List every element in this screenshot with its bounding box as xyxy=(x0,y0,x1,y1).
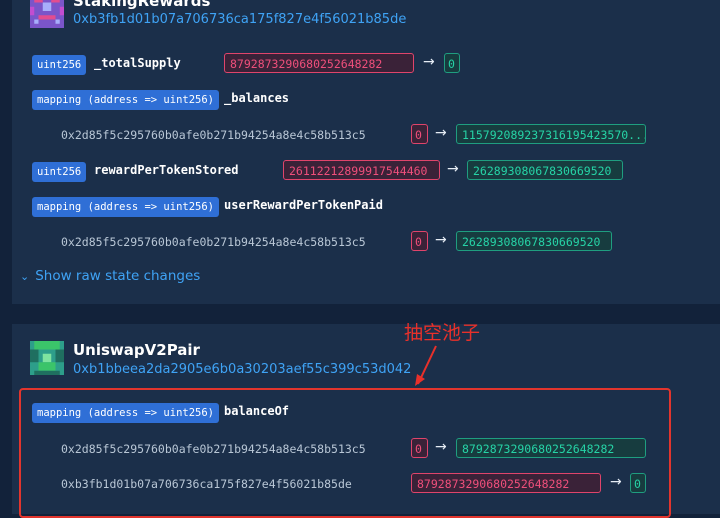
type-badge: mapping (address => uint256) xyxy=(32,403,220,423)
variable-name: _totalSupply xyxy=(94,56,181,70)
contract-identicon-icon xyxy=(30,0,64,28)
state-var-row: uint256 rewardPerTokenStored 26112212899… xyxy=(0,160,720,186)
staking-rewards-card xyxy=(12,0,720,304)
raw-toggle-label: Show raw state changes xyxy=(35,268,201,284)
arrow-right-icon: → xyxy=(447,161,459,177)
mapping-entry-row: 0x2d85f5c295760b0afe0b271b94254a8e4c58b5… xyxy=(0,124,720,150)
new-value: 879287329068025264828​2 xyxy=(456,438,646,458)
mapping-key: 0x2d85f5c295760b0afe0b271b94254a8e4c58b5… xyxy=(61,235,366,249)
new-value: 115792089237316195423570... xyxy=(456,124,646,144)
arrow-right-icon: → xyxy=(423,54,435,70)
type-badge: uint256 xyxy=(32,162,87,182)
arrow-right-icon: → xyxy=(610,474,622,490)
type-badge: mapping (address => uint256) xyxy=(32,197,220,217)
state-var-row: mapping (address => uint256) userRewardP… xyxy=(0,195,720,221)
mapping-key: 0xb3fb1d01b07a706736ca175f827e4f56021b85… xyxy=(61,477,352,491)
contract-address-link[interactable]: 0xb3fb1d01b07a706736ca175f827e4f56021b85… xyxy=(73,12,406,27)
variable-name: balanceOf xyxy=(224,404,290,418)
state-var-row: uint256 _totalSupply 8792873290680252648… xyxy=(0,53,720,79)
old-value: 879287329068025264828​2 xyxy=(224,53,414,73)
variable-name: _balances xyxy=(224,91,290,105)
mapping-key: 0x2d85f5c295760b0afe0b271b94254a8e4c58b5… xyxy=(61,128,366,142)
new-value: 0 xyxy=(444,53,460,73)
arrow-right-icon: → xyxy=(435,232,447,248)
annotation-text: 抽空池子 xyxy=(404,322,481,344)
mapping-entry-row: 0xb3fb1d01b07a706736ca175f827e4f56021b85… xyxy=(0,473,720,499)
type-badge: uint256 xyxy=(32,55,87,75)
show-raw-state-changes-toggle[interactable]: ⌄ Show raw state changes xyxy=(20,268,200,284)
new-value: 26289308067830669520 xyxy=(467,160,623,180)
variable-name: rewardPerTokenStored xyxy=(94,163,239,177)
mapping-entry-row: 0x2d85f5c295760b0afe0b271b94254a8e4c58b5… xyxy=(0,231,720,257)
type-badge: mapping (address => uint256) xyxy=(32,90,220,110)
contract-name: UniswapV2Pair xyxy=(73,341,200,359)
old-value: 0 xyxy=(411,124,428,144)
old-value: 26112212899917544460 xyxy=(283,160,440,180)
contract-address-link[interactable]: 0xb1bbeea2da2905e6b0a30203aef55c399c53d0… xyxy=(73,362,411,377)
new-value: 26289308067830669520 xyxy=(456,231,612,251)
contract-identicon-icon xyxy=(30,341,64,375)
state-var-row: mapping (address => uint256) _balances xyxy=(0,88,720,114)
contract-name: StakingRewards xyxy=(73,0,211,10)
old-value: 879287329068025264828​2 xyxy=(411,473,601,493)
state-var-row: mapping (address => uint256) balanceOf xyxy=(0,401,720,427)
variable-name: userRewardPerTokenPaid xyxy=(224,198,383,212)
arrow-right-icon: → xyxy=(435,439,447,455)
old-value: 0 xyxy=(411,231,428,251)
arrow-right-icon: → xyxy=(435,125,447,141)
annotation-arrow-icon xyxy=(415,345,437,386)
new-value: 0 xyxy=(630,473,646,493)
chevron-down-icon: ⌄ xyxy=(20,270,30,283)
mapping-key: 0x2d85f5c295760b0afe0b271b94254a8e4c58b5… xyxy=(61,442,366,456)
mapping-entry-row: 0x2d85f5c295760b0afe0b271b94254a8e4c58b5… xyxy=(0,438,720,464)
old-value: 0 xyxy=(411,438,428,458)
